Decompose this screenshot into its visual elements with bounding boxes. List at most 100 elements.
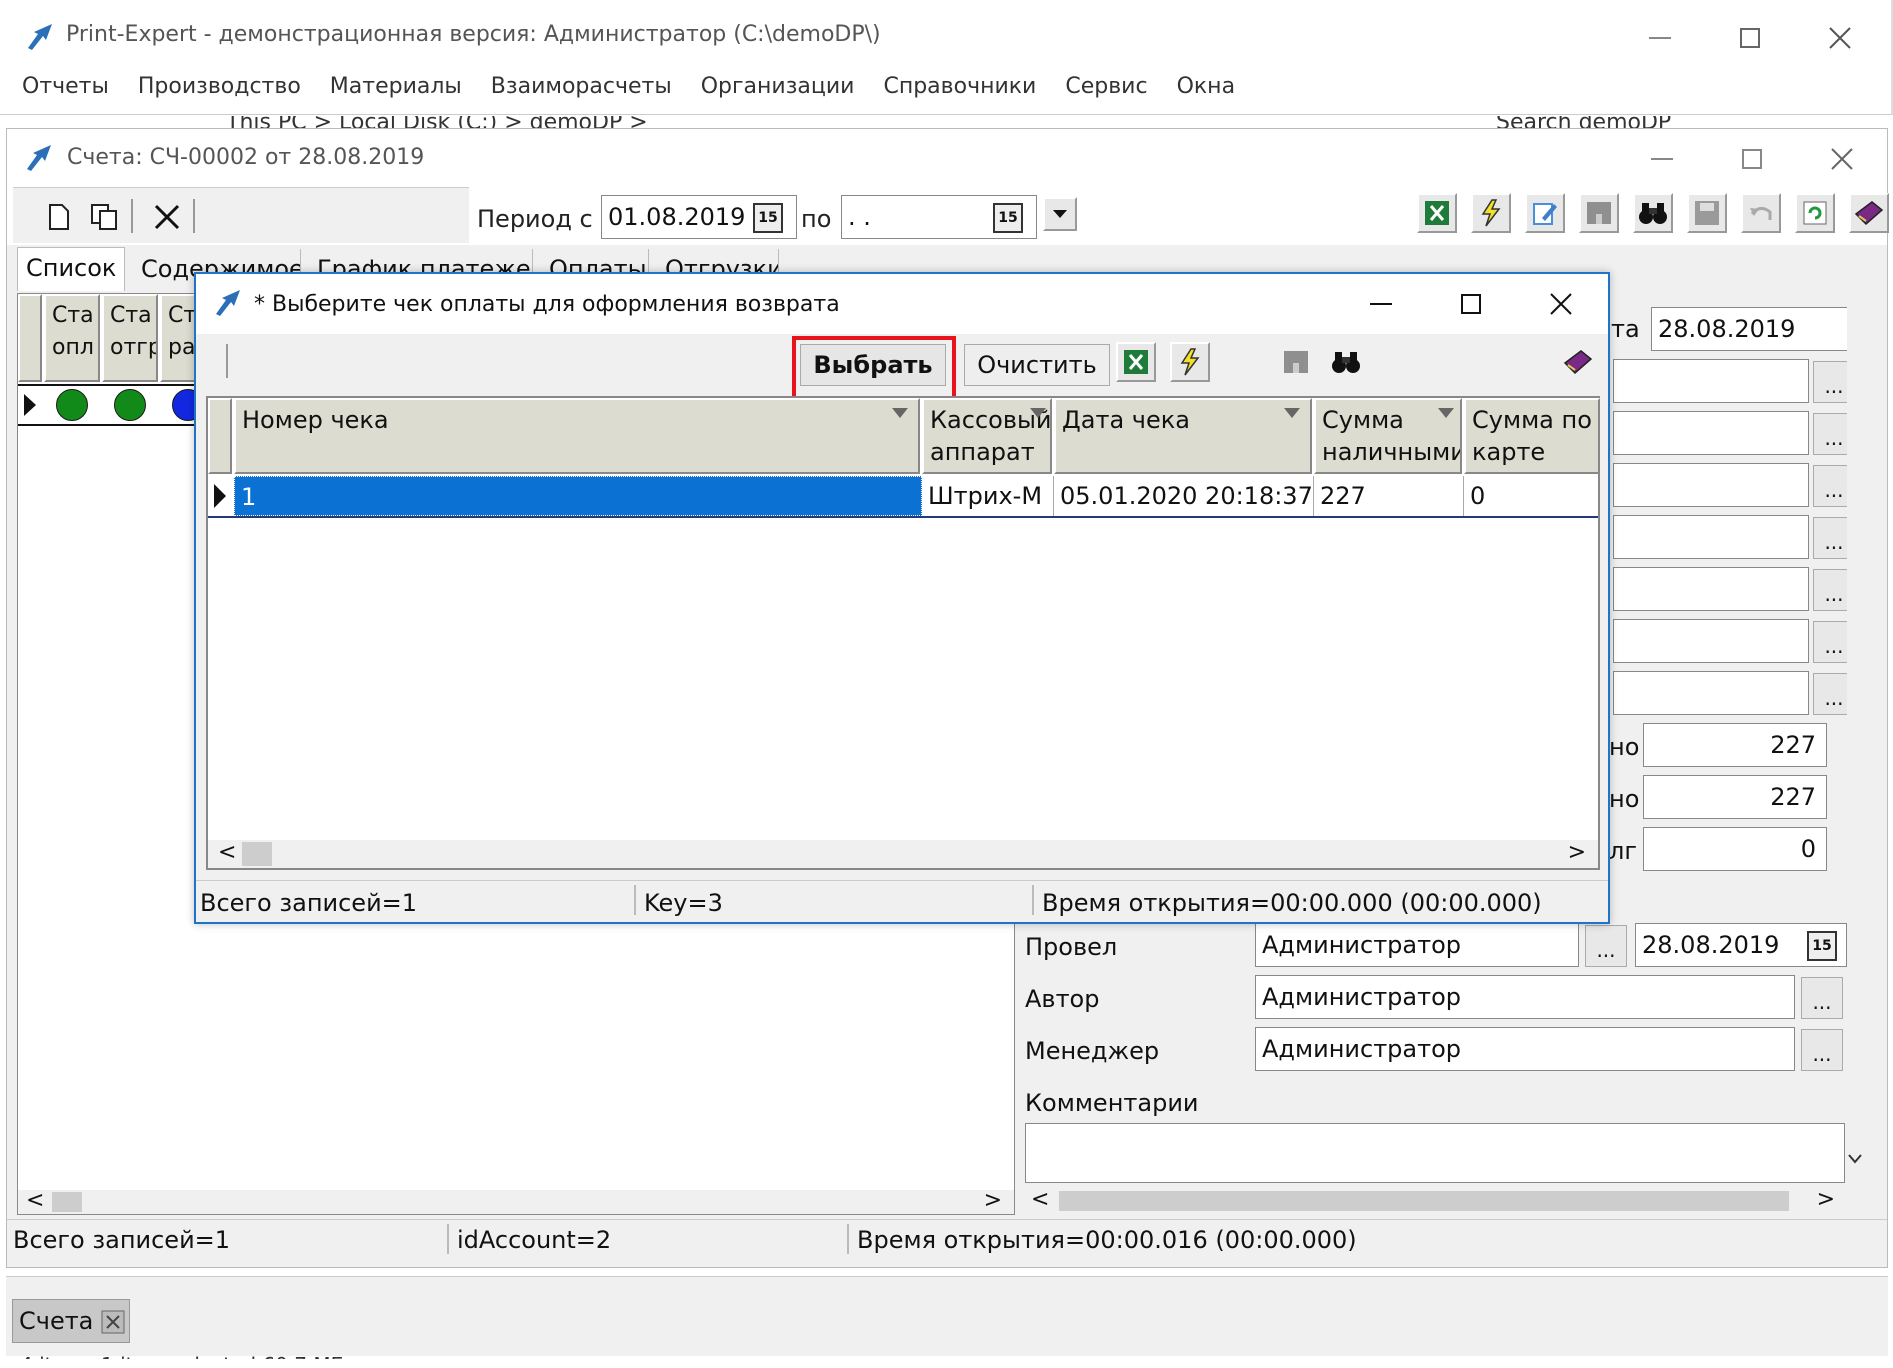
grid-hscrollbar[interactable]: < >: [18, 1188, 1014, 1214]
scroll-left-icon[interactable]: <: [218, 840, 236, 865]
menu-directories[interactable]: Справочники: [883, 74, 1036, 99]
dialog-maximize-button[interactable]: [1436, 284, 1506, 324]
col-header-receipt-number[interactable]: Номер чека: [234, 398, 920, 474]
accounts-close-button[interactable]: [1807, 139, 1877, 179]
scroll-thumb[interactable]: [242, 842, 272, 866]
search-button[interactable]: [1633, 193, 1673, 233]
sum-field-2[interactable]: 227: [1643, 775, 1827, 819]
accounts-maximize-button[interactable]: [1717, 139, 1787, 179]
menu-service[interactable]: Сервис: [1065, 74, 1147, 99]
scroll-thumb[interactable]: [52, 1192, 82, 1212]
window-tab-accounts[interactable]: Счета: [12, 1299, 130, 1343]
grid-header-pay-status[interactable]: Ста опл: [44, 294, 100, 382]
copy-document-button[interactable]: [85, 197, 125, 237]
lightning-icon: [1481, 199, 1501, 227]
menu-production[interactable]: Производство: [138, 74, 301, 99]
sort-arrow-icon: [1030, 408, 1046, 418]
menu-materials[interactable]: Материалы: [330, 74, 462, 99]
book-button[interactable]: [1849, 193, 1889, 233]
scroll-left-icon[interactable]: <: [1031, 1187, 1049, 1212]
detail-field-2[interactable]: [1613, 411, 1809, 455]
menu-organizations[interactable]: Организации: [701, 74, 855, 99]
cell-receipt-number[interactable]: 1: [234, 476, 922, 516]
print-disabled-icon: [1587, 202, 1611, 224]
delete-button[interactable]: [147, 197, 187, 237]
tab-list[interactable]: Список: [17, 247, 126, 291]
menu-settlements[interactable]: Взаиморасчеты: [491, 74, 672, 99]
dialog-search-button[interactable]: [1326, 342, 1366, 382]
table-row[interactable]: 1 Штрих-М 05.01.2020 20:18:37 227 0: [208, 476, 1598, 518]
col-header-receipt-date[interactable]: Дата чека: [1054, 398, 1312, 474]
cell-cash-sum[interactable]: 227: [1314, 476, 1464, 516]
print-button[interactable]: [1579, 193, 1619, 233]
excel-icon: [1425, 201, 1449, 225]
provel-date-calendar-button[interactable]: 15: [1807, 931, 1837, 961]
dialog-close-button[interactable]: [1526, 284, 1596, 324]
scroll-thumb[interactable]: [1059, 1191, 1789, 1211]
close-button[interactable]: [1805, 18, 1875, 58]
close-tab-icon[interactable]: [101, 1310, 125, 1334]
lightning-button[interactable]: [1471, 193, 1511, 233]
dialog-print-button[interactable]: [1276, 342, 1316, 382]
details-vscrollbar[interactable]: [1847, 293, 1863, 1183]
maximize-button[interactable]: [1715, 18, 1785, 58]
doc-date-field[interactable]: 28.08.2019: [1651, 307, 1851, 351]
col-header-cash-register[interactable]: Кассовый аппарат: [922, 398, 1052, 474]
edit-icon: [1533, 203, 1557, 225]
refresh-icon: [1803, 201, 1827, 225]
dialog-excel-button[interactable]: [1116, 342, 1156, 382]
comment-textarea[interactable]: [1025, 1123, 1845, 1183]
cell-cash-register[interactable]: Штрих-М: [922, 476, 1054, 516]
menu-windows[interactable]: Окна: [1177, 74, 1235, 99]
minimize-button[interactable]: [1625, 18, 1695, 58]
scroll-right-icon[interactable]: >: [1568, 840, 1586, 865]
detail-field-3[interactable]: [1613, 463, 1809, 507]
detail-field-4[interactable]: [1613, 515, 1809, 559]
scroll-left-icon[interactable]: <: [26, 1188, 44, 1213]
menu-bar: Отчеты Производство Материалы Взаиморасчеты…: [22, 74, 1264, 99]
period-to-calendar-button[interactable]: 15: [993, 203, 1023, 233]
accounts-minimize-button[interactable]: [1627, 139, 1697, 179]
refresh-button[interactable]: [1795, 193, 1835, 233]
grid-header-ship-status[interactable]: Ста отгр: [102, 294, 158, 382]
scroll-right-icon[interactable]: >: [1817, 1187, 1835, 1212]
excel-export-button[interactable]: [1417, 193, 1457, 233]
menu-reports[interactable]: Отчеты: [22, 74, 109, 99]
period-dropdown-button[interactable]: [1043, 197, 1077, 231]
detail-field-6[interactable]: [1613, 619, 1809, 663]
undo-button[interactable]: [1741, 193, 1781, 233]
new-document-button[interactable]: [39, 197, 79, 237]
book-icon: [1563, 350, 1593, 375]
manager-field[interactable]: Администратор: [1255, 1027, 1795, 1071]
provel-field[interactable]: Администратор: [1255, 923, 1579, 967]
scroll-right-icon[interactable]: >: [984, 1188, 1002, 1213]
col-header-card-sum[interactable]: Сумма по карте: [1464, 398, 1600, 474]
detail-field-5[interactable]: [1613, 567, 1809, 611]
details-hscrollbar[interactable]: < >: [1025, 1187, 1845, 1213]
detail-field-1[interactable]: [1613, 359, 1809, 403]
col-header-cash-sum[interactable]: Сумма наличными: [1314, 398, 1462, 474]
scroll-down-icon[interactable]: [1847, 1153, 1863, 1165]
author-select-button[interactable]: ...: [1801, 977, 1843, 1019]
status-id-account: idAccount=2: [457, 1226, 612, 1254]
author-field[interactable]: Администратор: [1255, 975, 1795, 1019]
detail-field-7[interactable]: [1613, 671, 1809, 715]
dialog-minimize-button[interactable]: [1346, 284, 1416, 324]
provel-select-button[interactable]: ...: [1585, 925, 1627, 967]
dialog-lightning-button[interactable]: [1170, 342, 1210, 382]
period-from-calendar-button[interactable]: 15: [753, 203, 783, 233]
save-button[interactable]: [1687, 193, 1727, 233]
dialog-book-button[interactable]: [1558, 342, 1598, 382]
background-explorer-strip: This PC > Local Disk (C:) > demoDP > Sea…: [6, 116, 1886, 128]
clear-button[interactable]: Очистить: [964, 344, 1110, 386]
delete-icon: [154, 204, 180, 230]
sort-arrow-icon: [1284, 408, 1300, 418]
sum-field-1[interactable]: 227: [1643, 723, 1827, 767]
cell-receipt-date[interactable]: 05.01.2020 20:18:37: [1054, 476, 1314, 516]
receipts-hscrollbar[interactable]: < >: [208, 840, 1598, 868]
cell-card-sum[interactable]: 0: [1464, 476, 1598, 516]
sum-field-3[interactable]: 0: [1643, 827, 1827, 871]
edit-button[interactable]: [1525, 193, 1565, 233]
manager-select-button[interactable]: ...: [1801, 1029, 1843, 1071]
row-pointer-icon: [24, 394, 36, 416]
